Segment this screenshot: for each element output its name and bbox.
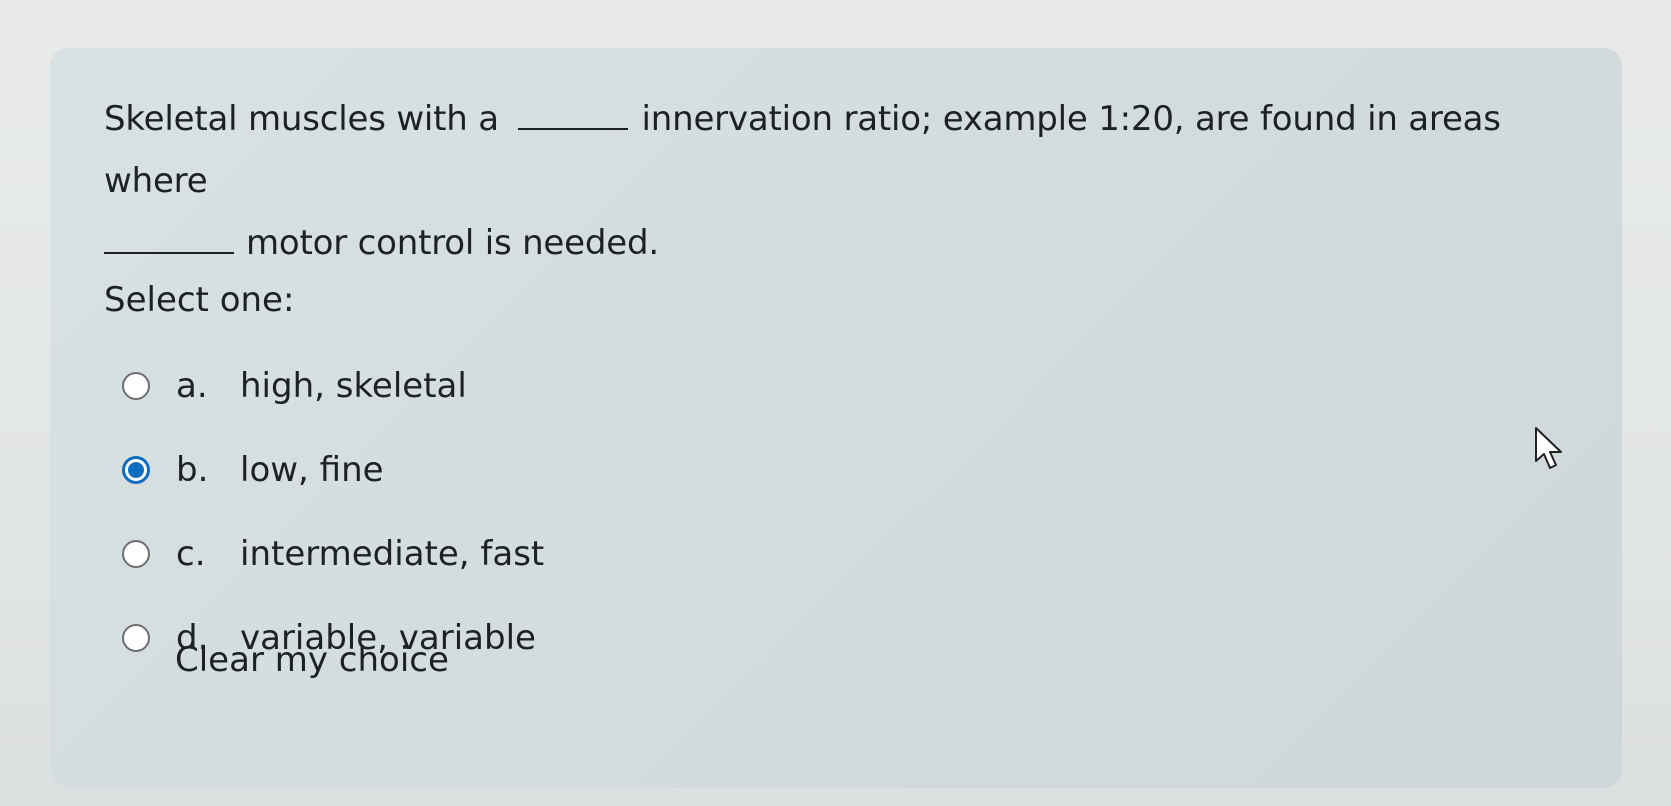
question-text-part1: Skeletal muscles with a	[104, 99, 499, 139]
answer-blank-1	[517, 98, 628, 130]
question-text-part3: motor control is needed.	[246, 223, 659, 263]
option-a[interactable]: a. high, skeletal	[122, 344, 722, 428]
question-card: Skeletal muscles with a innervation rati…	[50, 48, 1622, 788]
select-one-prompt: Select one:	[104, 280, 295, 320]
radio-button-b[interactable]	[122, 456, 150, 484]
radio-button-d[interactable]	[122, 624, 150, 652]
answer-options: a. high, skeletal b. low, fine c. interm…	[122, 344, 722, 680]
radio-button-a[interactable]	[122, 372, 150, 400]
option-b-letter: b.	[176, 450, 209, 490]
option-c[interactable]: c. intermediate, fast	[122, 512, 722, 596]
mouse-pointer-icon	[1535, 427, 1562, 469]
clear-my-choice-link[interactable]: Clear my choice	[175, 640, 449, 680]
option-c-label[interactable]: intermediate, fast	[240, 534, 544, 574]
option-b[interactable]: b. low, fine	[122, 428, 722, 512]
option-c-letter: c.	[176, 534, 206, 574]
option-b-label[interactable]: low, fine	[240, 450, 384, 490]
option-a-label[interactable]: high, skeletal	[240, 366, 467, 406]
question-text: Skeletal muscles with a innervation rati…	[104, 88, 1524, 274]
answer-blank-2	[104, 222, 234, 254]
option-a-letter: a.	[176, 366, 208, 406]
radio-button-c[interactable]	[122, 540, 150, 568]
